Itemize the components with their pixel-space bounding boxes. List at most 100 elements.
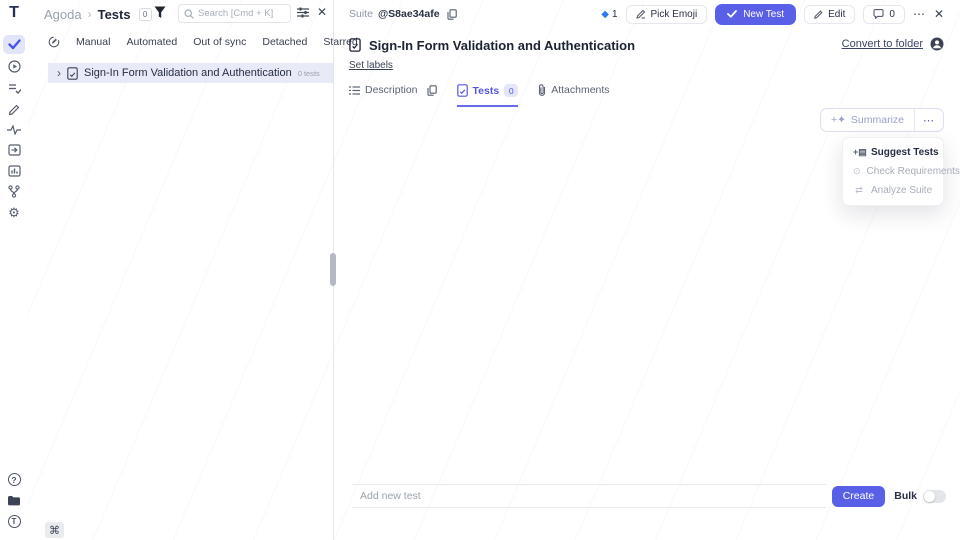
paperclip-icon	[538, 84, 546, 96]
edit-label: Edit	[828, 9, 845, 20]
suite-doc-icon	[349, 38, 361, 52]
set-labels-link[interactable]: Set labels	[349, 60, 393, 71]
summarize-button[interactable]: +✦ Summarize	[821, 109, 914, 131]
detail-title-group: Sign-In Form Validation and Authenticati…	[349, 36, 635, 54]
sidebar-item-editor[interactable]	[3, 100, 25, 119]
sidebar-item-reports[interactable]	[3, 161, 25, 180]
sidebar-item-tests[interactable]	[3, 35, 25, 54]
sidebar-item-runs[interactable]	[3, 57, 25, 76]
suite-id: @S8ae34afe	[378, 8, 440, 20]
filter-settings-button[interactable]	[297, 7, 309, 18]
copy-suite-id-button[interactable]	[447, 9, 457, 20]
summarize-label: Summarize	[851, 114, 904, 126]
diamond-icon: ◆	[601, 9, 609, 20]
funnel-icon	[154, 6, 166, 19]
folder-icon	[7, 495, 21, 506]
tab-attachments[interactable]: Attachments	[538, 84, 609, 104]
menu-item-label: Suggest Tests	[871, 147, 939, 158]
search-icon	[184, 9, 194, 19]
help-button[interactable]: ?	[3, 470, 25, 489]
tab-attachments-label: Attachments	[551, 84, 609, 96]
filter-button[interactable]	[154, 6, 166, 19]
comments-count: 0	[889, 9, 895, 20]
tab-tests-label: Tests	[473, 85, 500, 97]
suggest-tests-icon: +▤	[853, 147, 865, 158]
tab-description[interactable]: Description	[349, 84, 437, 104]
pick-emoji-button[interactable]: Pick Emoji	[626, 5, 708, 24]
add-test-bar: Create Bulk	[352, 484, 946, 508]
check-icon	[8, 39, 21, 50]
branch-count: 1	[612, 9, 618, 20]
sidebar-item-settings[interactable]: ⚙	[3, 203, 25, 222]
app-logo[interactable]: T	[0, 4, 28, 22]
ai-sparkle-icon: +✦	[831, 114, 846, 126]
suite-label: Suite	[349, 8, 373, 20]
close-panel-button[interactable]: ✕	[317, 5, 327, 19]
comments-button[interactable]: 0	[863, 5, 905, 24]
pencil-icon	[8, 104, 20, 116]
breadcrumb-separator-icon: ›	[88, 7, 92, 21]
analyze-suite-icon: ⇄	[853, 185, 865, 196]
tab-automated[interactable]: Automated	[126, 36, 177, 48]
edit-button[interactable]: Edit	[804, 5, 855, 24]
menu-item-label: Check Requirements	[867, 166, 960, 177]
suite-doc-icon	[67, 67, 78, 80]
tab-manual[interactable]: Manual	[76, 36, 110, 48]
tab-description-label: Description	[365, 84, 418, 96]
sidebar-item-branches[interactable]	[3, 182, 25, 201]
breadcrumb: Agoda › Tests 0	[44, 4, 152, 24]
left-icon-rail: T	[0, 0, 28, 540]
new-test-label: New Test	[743, 9, 784, 20]
suite-tree-row[interactable]: › Sign-In Form Validation and Authentica…	[48, 63, 333, 83]
menu-item-suggest-tests[interactable]: +▤ Suggest Tests	[843, 143, 943, 162]
list-check-icon	[8, 83, 21, 94]
menu-item-analyze-suite[interactable]: ⇄ Analyze Suite	[843, 181, 943, 200]
branch-count-group[interactable]: ◆ 1	[601, 9, 617, 20]
panel-resize-handle[interactable]	[330, 253, 336, 286]
sidebar-item-plans[interactable]	[3, 79, 25, 98]
bulk-label: Bulk	[894, 490, 917, 502]
bulk-toggle[interactable]	[923, 490, 946, 503]
projects-button[interactable]	[3, 491, 25, 510]
tab-out-of-sync[interactable]: Out of sync	[193, 36, 246, 48]
new-test-button[interactable]: New Test	[715, 4, 796, 25]
tab-tests[interactable]: Tests 0	[457, 84, 519, 107]
suite-actions: ◆ 1 Pick Emoji New Test Edit 0	[601, 3, 944, 25]
add-test-input[interactable]	[352, 484, 826, 508]
search-box	[178, 4, 291, 23]
more-actions-button[interactable]: ⋯	[913, 7, 926, 21]
pulse-icon	[7, 125, 21, 135]
branch-icon	[8, 185, 20, 198]
detail-tabs: Description Tests 0 Attachments	[349, 84, 610, 107]
check-icon	[727, 10, 737, 18]
suite-tree-count: 0 tests	[298, 69, 320, 78]
tests-count-badge: 0	[139, 8, 152, 21]
chevron-right-icon[interactable]: ›	[57, 66, 61, 80]
convert-group: Convert to folder	[842, 37, 944, 51]
sidebar-item-analytics[interactable]	[3, 120, 25, 139]
convert-to-folder-link[interactable]: Convert to folder	[842, 38, 923, 50]
search-input[interactable]	[198, 8, 285, 19]
gear-icon: ⚙	[8, 205, 20, 221]
summarize-more-button[interactable]: ⋯	[914, 109, 943, 131]
tab-tests-count-badge: 0	[504, 84, 518, 97]
menu-item-check-requirements[interactable]: ⊙ Check Requirements	[843, 162, 943, 181]
filter-tabs: Manual Automated Out of sync Detached St…	[48, 36, 358, 48]
breadcrumb-project[interactable]: Agoda	[44, 7, 82, 22]
breadcrumb-section[interactable]: Tests	[98, 7, 131, 22]
suite-id-group: Suite @S8ae34afe	[349, 6, 457, 22]
check-requirements-icon: ⊙	[853, 166, 861, 177]
sync-edit-icon[interactable]	[48, 36, 60, 48]
avatar[interactable]	[930, 37, 944, 51]
command-icon: ⌘	[49, 524, 60, 537]
brand-button[interactable]: T	[3, 512, 25, 531]
keyboard-shortcuts-button[interactable]: ⌘	[45, 522, 64, 538]
tab-detached[interactable]: Detached	[262, 36, 307, 48]
create-button[interactable]: Create	[832, 486, 886, 507]
copy-description-icon[interactable]	[427, 85, 437, 96]
box-arrow-icon	[8, 144, 21, 156]
sidebar-item-import[interactable]	[3, 140, 25, 159]
list-icon	[349, 86, 360, 95]
close-detail-button[interactable]: ✕	[934, 7, 944, 21]
emoji-pen-icon	[636, 9, 646, 19]
